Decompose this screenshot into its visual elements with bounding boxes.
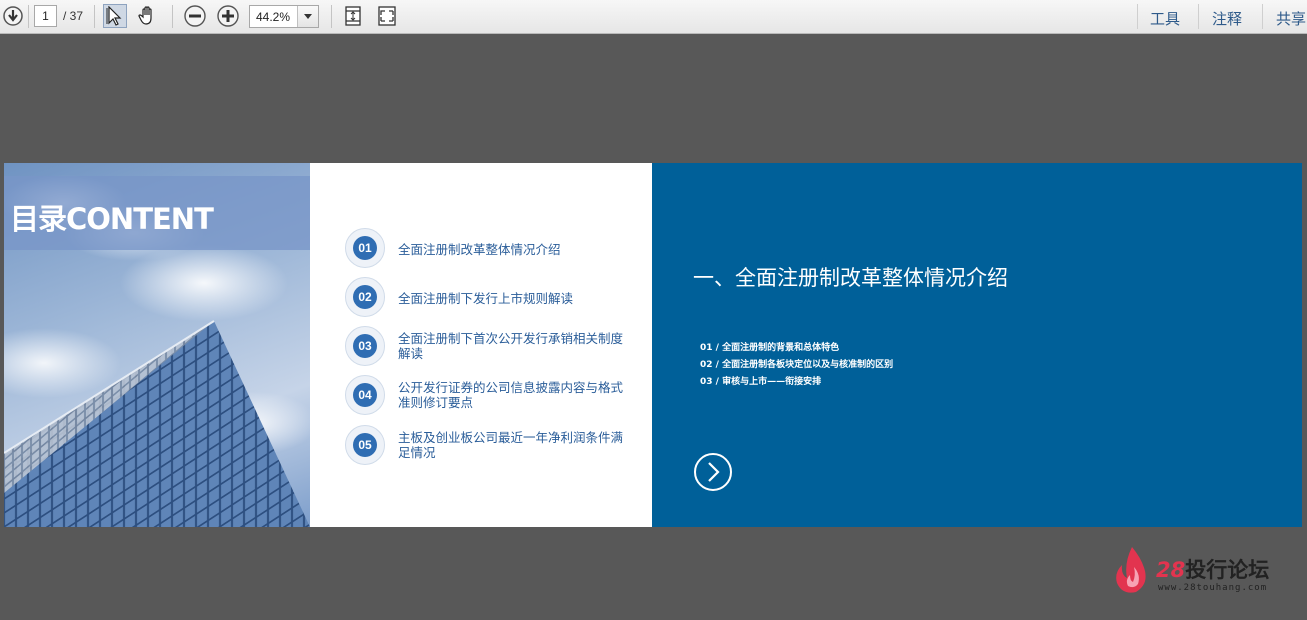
section-sub-item: 03 / 审核与上市——衔接安排 [700, 377, 822, 387]
toc-number-badge: 04 [345, 375, 385, 415]
next-arrow-icon [694, 453, 732, 491]
fit-page-button[interactable] [341, 4, 365, 28]
slide-title: 目录CONTENT [10, 202, 214, 236]
toolbar-separator [172, 5, 173, 28]
flame-logo-icon [1116, 547, 1146, 593]
toc-number-badge: 01 [345, 228, 385, 268]
zoom-dropdown-button[interactable] [297, 6, 318, 27]
section-title: 一、全面注册制改革整体情况介绍 [693, 266, 1008, 290]
download-button[interactable] [1, 4, 25, 28]
toc-number-badge: 02 [345, 277, 385, 317]
toc-item: 03 全面注册制下首次公开发行承销相关制度解读 [345, 326, 635, 366]
section-panel: 一、全面注册制改革整体情况介绍 01 / 全面注册制的背景和总体特色 02 / … [652, 163, 1302, 527]
toc-label: 公开发行证券的公司信息披露内容与格式准则修订要点 [398, 380, 624, 410]
toolbar-separator [28, 5, 29, 28]
toc-number: 05 [353, 433, 377, 457]
toc-label: 全面注册制下首次公开发行承销相关制度解读 [398, 331, 624, 361]
toc-number-badge: 03 [345, 326, 385, 366]
fit-page-icon [345, 6, 361, 26]
toc-label: 全面注册制改革整体情况介绍 [398, 242, 561, 257]
zoom-out-button[interactable] [183, 4, 207, 28]
toc-number: 01 [353, 236, 377, 260]
watermark-number: 28 [1156, 558, 1186, 582]
section-sub-item: 01 / 全面注册制的背景和总体特色 [700, 343, 840, 353]
menu-separator [1262, 4, 1263, 29]
toc-item: 04 公开发行证券的公司信息披露内容与格式准则修订要点 [345, 375, 635, 415]
hand-tool-icon [138, 6, 152, 25]
hand-tool-button[interactable] [136, 4, 160, 28]
fit-width-icon [378, 6, 396, 26]
toc-number-badge: 05 [345, 425, 385, 465]
zoom-in-icon [217, 5, 239, 27]
building-photo: 目录CONTENT [4, 163, 310, 527]
select-tool-icon [106, 6, 122, 26]
toc-label: 主板及创业板公司最近一年净利润条件满足情况 [398, 430, 624, 460]
page-total-label: / 37 [63, 9, 84, 23]
zoom-in-button[interactable] [216, 4, 240, 28]
tools-menu[interactable]: 工具 [1150, 8, 1180, 29]
zoom-value: 44.2% [256, 10, 291, 24]
menu-separator [1137, 4, 1138, 29]
toc-number: 03 [353, 334, 377, 358]
toc-item: 01 全面注册制改革整体情况介绍 [345, 228, 635, 268]
document-page: 目录CONTENT 01 全面注册制改革整体情况介绍 02 全面注册制下发行上市… [4, 163, 1302, 527]
section-sub-item: 02 / 全面注册制各板块定位以及与核准制的区别 [700, 360, 894, 370]
toc-item: 05 主板及创业板公司最近一年净利润条件满足情况 [345, 425, 635, 465]
watermark-url: www.28touhang.com [1158, 583, 1268, 593]
toolbar-separator [94, 5, 95, 28]
toc-number: 02 [353, 285, 377, 309]
watermark-title: 28投行论坛 [1156, 554, 1269, 584]
toolbar: 1 / 37 44.2% 工具 注释 共享 [0, 0, 1307, 34]
toc-item: 02 全面注册制下发行上市规则解读 [345, 277, 635, 317]
zoom-out-icon [184, 5, 206, 27]
comment-menu[interactable]: 注释 [1212, 8, 1242, 29]
toc-number: 04 [353, 383, 377, 407]
download-icon [3, 6, 23, 26]
toc-label: 全面注册制下发行上市规则解读 [398, 291, 574, 306]
toolbar-separator [331, 5, 332, 28]
watermark-name: 投行论坛 [1185, 558, 1270, 582]
page-number-input[interactable]: 1 [34, 5, 57, 27]
share-menu[interactable]: 共享 [1276, 8, 1306, 29]
watermark-logo: 28投行论坛 www.28touhang.com [1112, 545, 1302, 597]
select-tool-button[interactable] [103, 4, 127, 28]
fit-width-button[interactable] [375, 4, 399, 28]
zoom-select[interactable]: 44.2% [249, 5, 319, 28]
menu-separator [1198, 4, 1199, 29]
dropdown-arrow-icon [304, 14, 312, 19]
